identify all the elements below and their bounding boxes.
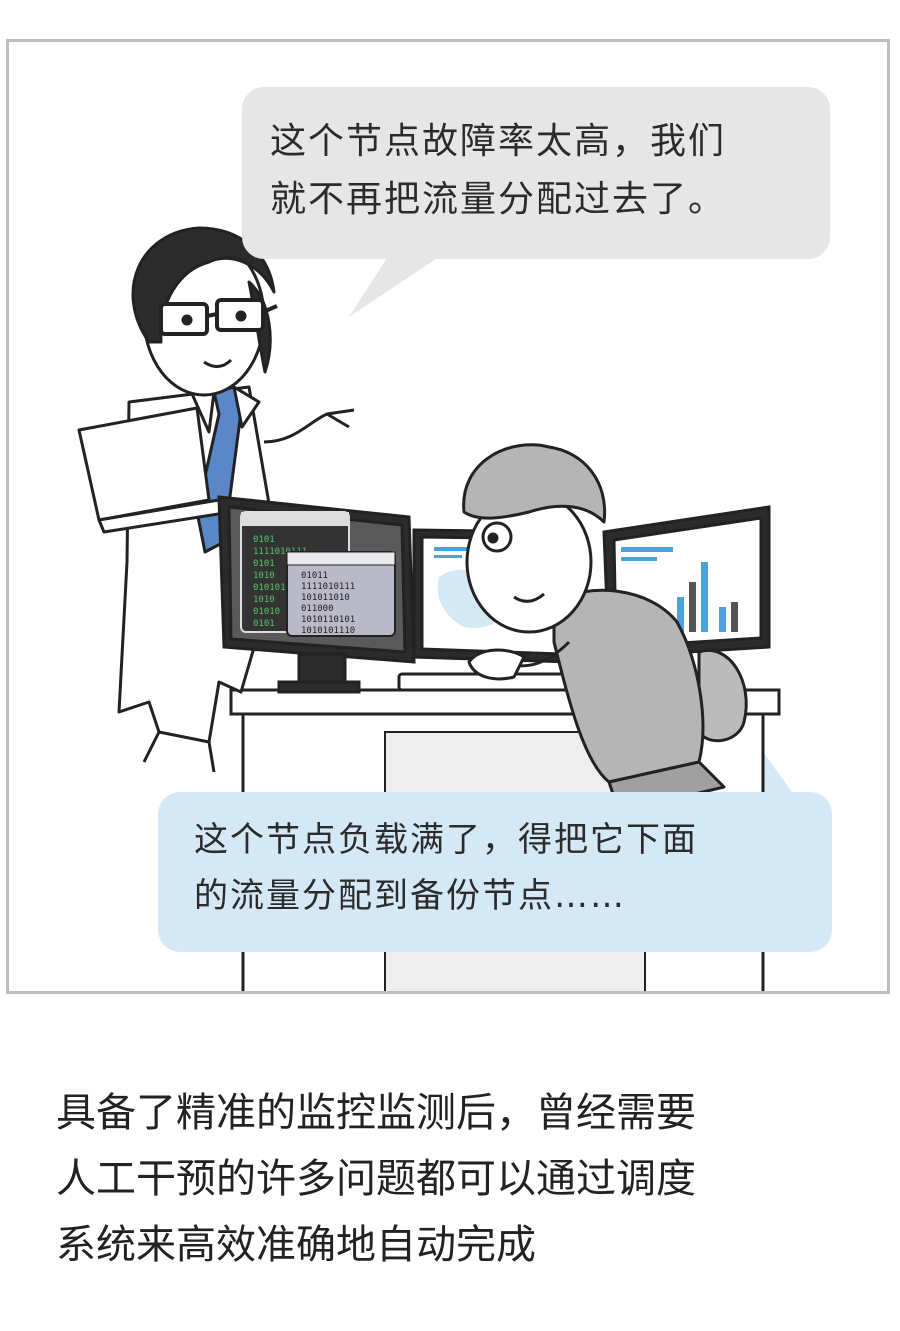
binary-line: 1010110101 [301, 615, 355, 625]
binary-line: 01011 [301, 571, 328, 581]
speech-bubble-manager: 这个节点故障率太高，我们 就不再把流量分配过去了。 [242, 87, 830, 259]
caption-text: 具备了精准的监控监测后，曾经需要 人工干预的许多问题都可以通过调度 系统来高效准… [56, 1080, 856, 1278]
speech-line: 这个节点负载满了，得把它下面 [194, 820, 698, 860]
binary-line: 1111010111 [301, 582, 355, 592]
caption-line: 具备了精准的监控监测后，曾经需要 [56, 1090, 696, 1136]
speech-line: 这个节点故障率太高，我们 [270, 121, 727, 162]
binary-line: 010101 [253, 583, 286, 593]
binary-line: 011000 [301, 604, 334, 614]
binary-line: 101011010 [301, 593, 350, 603]
binary-line: 1010101110 [301, 626, 355, 636]
speech-bubble-engineer: 这个节点负载满了，得把它下面 的流量分配到备份节点…… [158, 792, 832, 952]
speech-line: 的流量分配到备份节点…… [194, 876, 626, 916]
comic-panel: 0101 1111010111 0101 1010 010101 1010 01… [6, 39, 890, 994]
binary-line: 01010 [253, 607, 280, 617]
binary-line: 0101 [253, 535, 275, 545]
speech-line: 就不再把流量分配过去了。 [270, 179, 727, 220]
caption-line: 系统来高效准确地自动完成 [56, 1222, 536, 1268]
caption-line: 人工干预的许多问题都可以通过调度 [56, 1156, 696, 1202]
binary-line: 1010 [253, 595, 275, 605]
binary-line: 1010 [253, 571, 275, 581]
binary-line: 0101 [253, 619, 275, 629]
terminal-window-front: 01011 1111010111 101011010 011000 101011… [286, 551, 396, 637]
binary-line: 0101 [253, 559, 275, 569]
